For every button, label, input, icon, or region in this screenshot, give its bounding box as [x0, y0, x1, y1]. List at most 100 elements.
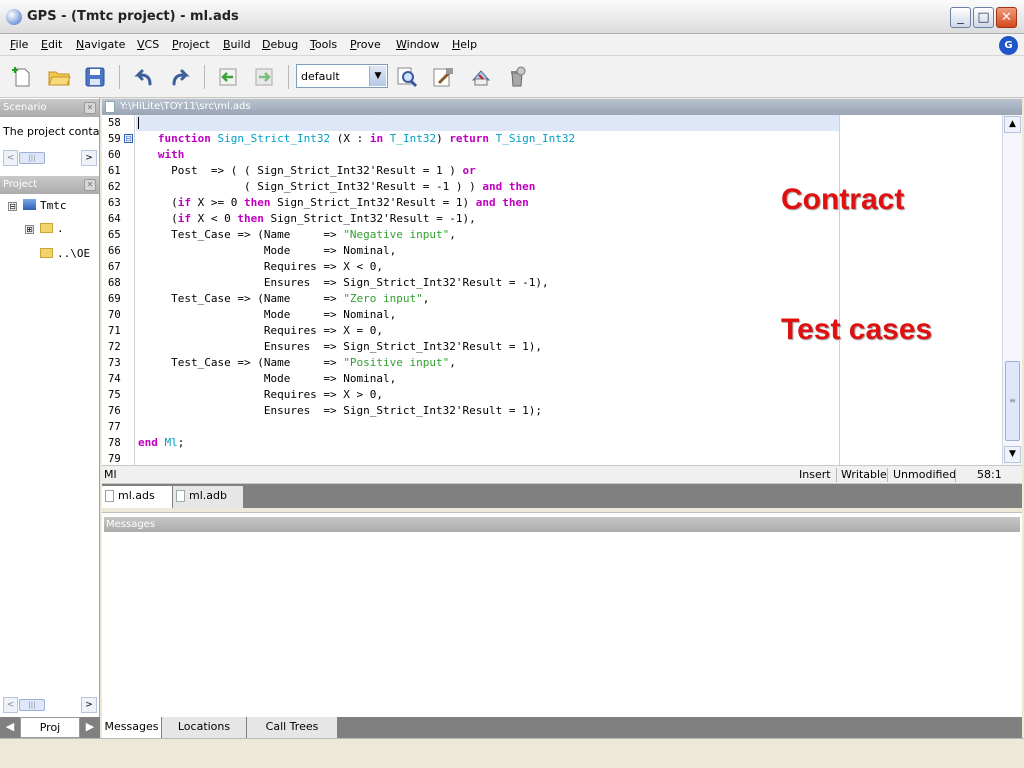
scenario-combo-value: default: [301, 70, 340, 83]
open-folder-icon[interactable]: [46, 64, 72, 90]
line-number: 75: [108, 389, 121, 401]
tab-call-trees[interactable]: Call Trees: [247, 717, 337, 738]
line-number: 68: [108, 277, 121, 289]
tab-scroll-right-icon[interactable]: ▶: [80, 717, 100, 738]
line-number: 72: [108, 341, 121, 353]
code-token: then: [243, 196, 278, 209]
code-token: ,: [449, 228, 456, 241]
scroll-left-icon[interactable]: <: [3, 697, 18, 713]
project-scrollbar[interactable]: < ||| >: [3, 697, 97, 713]
editor-status-bar: Ml Insert Writable Unmodified 58:1: [102, 465, 1022, 484]
clean-icon[interactable]: [504, 64, 530, 90]
scenario-panel-header: Scenario ✕: [0, 99, 99, 117]
status-modified: Unmodified: [893, 468, 957, 481]
annotation-test-cases: Test cases: [781, 313, 933, 346]
code-token: Sign_Strict_Int32'Result = -1),: [270, 212, 476, 225]
code-token: return: [449, 132, 496, 145]
code-token: "Zero input": [343, 292, 423, 305]
line-number: 74: [108, 373, 121, 385]
status-separator: [887, 468, 888, 482]
compile-icon[interactable]: [468, 64, 494, 90]
code-token: (: [138, 212, 178, 225]
code-token: ,: [449, 356, 456, 369]
new-file-icon[interactable]: [8, 64, 34, 90]
collapse-icon[interactable]: ⊟: [8, 202, 17, 211]
tab-ml-ads[interactable]: ml.ads: [102, 486, 172, 508]
text-cursor: [138, 117, 139, 129]
code-token: if: [177, 212, 198, 225]
annotation-contract: Contract: [781, 183, 905, 216]
project-icon: [23, 199, 36, 210]
scroll-down-icon[interactable]: ▼: [1004, 446, 1021, 463]
tab-locations[interactable]: Locations: [162, 717, 246, 738]
toolbar-separator: [288, 65, 289, 89]
scroll-right-icon[interactable]: >: [81, 150, 97, 166]
editor-vertical-scrollbar[interactable]: ▲ ≡ ▼: [1002, 115, 1022, 465]
status-separator: [836, 468, 837, 482]
folder-icon: [40, 248, 53, 258]
tree-item-dot[interactable]: ⊞.: [25, 222, 64, 235]
scroll-thumb[interactable]: |||: [19, 152, 45, 164]
undo-icon[interactable]: [131, 64, 157, 90]
line-number: 78: [108, 437, 121, 449]
code-line: Test_Case => (Name => "Negative input",: [138, 227, 456, 243]
maximize-button[interactable]: □: [973, 7, 994, 28]
close-icon[interactable]: ✕: [84, 179, 96, 191]
code-token: "Positive input": [343, 356, 450, 369]
menu-file[interactable]: File: [10, 38, 28, 51]
code-token: Requires => X < 0,: [138, 260, 384, 273]
menu-project[interactable]: Project: [172, 38, 210, 51]
code-line: Requires => X > 0,: [138, 387, 383, 403]
minimize-button[interactable]: _: [950, 7, 971, 28]
back-icon[interactable]: [215, 64, 241, 90]
tab-scroll-left-icon[interactable]: ◀: [0, 717, 20, 738]
code-token: Test_Case => (Name =>: [138, 356, 344, 369]
tree-item-tmtc[interactable]: ⊟ Tmtc: [8, 199, 67, 212]
menu-vcs[interactable]: VCS: [137, 38, 159, 51]
close-icon[interactable]: ✕: [84, 102, 96, 114]
tree-item-oe[interactable]: ..\OE: [40, 247, 90, 260]
save-icon[interactable]: [82, 64, 108, 90]
line-number: 64: [108, 213, 121, 225]
menu-prove[interactable]: Prove: [350, 38, 381, 51]
redo-icon[interactable]: [167, 64, 193, 90]
menu-navigate[interactable]: Navigate: [76, 38, 125, 51]
code-token: Requires => X = 0,: [138, 324, 384, 337]
code-token: with: [138, 148, 185, 161]
tab-project[interactable]: Proj: [20, 717, 80, 738]
fold-collapse-icon[interactable]: ⊟: [124, 134, 133, 143]
search-icon[interactable]: [394, 64, 420, 90]
build-icon[interactable]: [430, 64, 456, 90]
scroll-thumb[interactable]: |||: [19, 699, 45, 711]
scroll-left-icon[interactable]: <: [3, 150, 18, 166]
menu-tools[interactable]: Tools: [310, 38, 337, 51]
menu-build[interactable]: Build: [223, 38, 251, 51]
scenario-combo[interactable]: default ▼: [296, 64, 388, 88]
scroll-thumb[interactable]: ≡: [1005, 361, 1020, 441]
expand-icon[interactable]: ⊞: [25, 225, 34, 234]
scroll-up-icon[interactable]: ▲: [1004, 116, 1021, 133]
code-token: then: [237, 212, 271, 225]
code-editor[interactable]: 58 59 ⊟ 60 61 62 63 64 65 66 67 68 69 70 71 72 73 74 75 76 7…: [102, 115, 1002, 465]
menu-debug[interactable]: Debug: [262, 38, 298, 51]
gps-app-icon: [6, 9, 22, 25]
close-button[interactable]: ✕: [996, 7, 1017, 28]
line-number: 61: [108, 165, 121, 177]
menu-help[interactable]: Help: [452, 38, 477, 51]
toolbar: [0, 56, 1024, 98]
forward-icon[interactable]: [251, 64, 277, 90]
document-icon: [105, 101, 115, 113]
tab-ml-adb[interactable]: ml.adb: [173, 486, 243, 508]
scenario-scrollbar[interactable]: < ||| >: [3, 150, 97, 166]
tab-messages[interactable]: Messages: [102, 717, 161, 738]
line-number: 76: [108, 405, 121, 417]
menu-window[interactable]: Window: [396, 38, 439, 51]
code-token: Test_Case => (Name =>: [138, 228, 344, 241]
chevron-down-icon[interactable]: ▼: [369, 66, 386, 86]
menu-edit[interactable]: Edit: [41, 38, 62, 51]
scenario-title: Scenario: [3, 102, 47, 113]
code-line: Ensures => Sign_Strict_Int32'Result = 1)…: [138, 403, 542, 419]
scroll-right-icon[interactable]: >: [81, 697, 97, 713]
code-token: (: [138, 196, 178, 209]
code-line: Mode => Nominal,: [138, 307, 396, 323]
